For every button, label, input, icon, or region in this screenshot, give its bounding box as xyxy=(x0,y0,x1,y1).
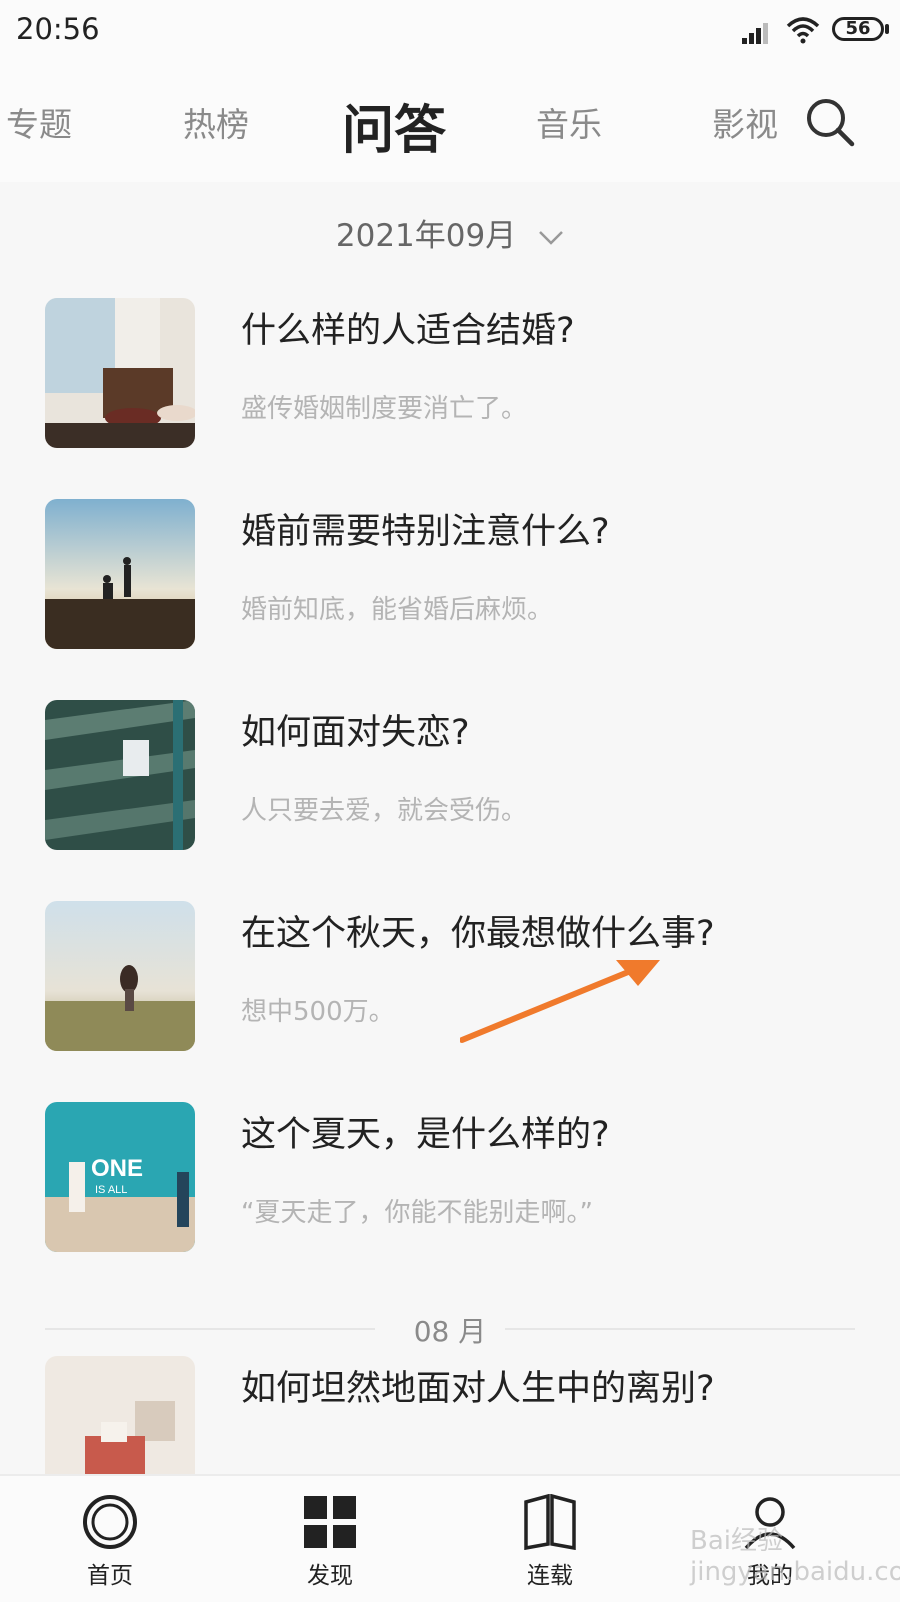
top-nav: 专题 热榜 问答 音乐 影视 xyxy=(0,62,900,182)
bottom-nav-discover[interactable]: 发现 xyxy=(270,1476,390,1602)
wifi-icon xyxy=(786,17,820,44)
item-title: 在这个秋天，你最想做什么事? xyxy=(241,914,715,954)
bottom-nav-label: 连载 xyxy=(527,1563,573,1589)
item-title: 什么样的人适合结婚? xyxy=(241,311,575,351)
thumbnail-field-girl xyxy=(45,901,195,1051)
month-picker[interactable]: 2021年09月 xyxy=(0,210,900,255)
tab-movies[interactable]: 影视 xyxy=(712,98,778,146)
thumbnail-one-summer: ONE IS ALL xyxy=(45,1102,195,1252)
battery-tip xyxy=(885,24,889,34)
list-item[interactable]: 如何面对失恋? 人只要去爱，就会受伤。 xyxy=(45,700,855,850)
status-time: 20:56 xyxy=(16,12,100,46)
item-subtitle: 盛传婚姻制度要消亡了。 xyxy=(241,394,528,424)
bottom-nav-label: 首页 xyxy=(87,1563,133,1589)
thumbnail-proposal-sunset xyxy=(45,499,195,649)
status-bar: 20:56 56 xyxy=(0,0,900,62)
item-title: 如何面对失恋? xyxy=(241,713,470,753)
list-item[interactable]: 什么样的人适合结婚? 盛传婚姻制度要消亡了。 xyxy=(45,298,855,448)
tab-music[interactable]: 音乐 xyxy=(536,98,602,146)
item-subtitle: 人只要去爱，就会受伤。 xyxy=(241,796,528,826)
grid-icon xyxy=(304,1496,356,1548)
tab-topics[interactable]: 专题 xyxy=(6,98,72,146)
thumbnail-one-text: ONE xyxy=(91,1155,143,1182)
item-title: 这个夏天，是什么样的? xyxy=(241,1115,610,1155)
watermark: Bai经验 jingyan.baidu.com xyxy=(690,1526,900,1587)
book-icon xyxy=(524,1494,576,1550)
month-label: 2021年09月 xyxy=(335,218,517,254)
signal-icon xyxy=(742,23,768,44)
thumbnail-one-subtext: IS ALL xyxy=(95,1184,127,1196)
search-icon[interactable] xyxy=(804,96,856,148)
battery-icon: 56 xyxy=(832,17,884,41)
tab-hot[interactable]: 热榜 xyxy=(183,98,249,146)
list-item[interactable]: 在这个秋天，你最想做什么事? 想中500万。 xyxy=(45,901,855,1051)
home-icon xyxy=(83,1495,137,1549)
section-month-label: 08 月 xyxy=(413,1315,487,1348)
bottom-nav-label: 发现 xyxy=(307,1563,353,1589)
item-subtitle: 婚前知底，能省婚后麻烦。 xyxy=(241,595,554,625)
chevron-down-icon xyxy=(539,230,563,245)
thumbnail-stairs xyxy=(45,700,195,850)
list-item[interactable]: ONE IS ALL 这个夏天，是什么样的? “夏天走了，你能不能别走啊。” xyxy=(45,1102,855,1252)
item-title: 如何坦然地面对人生中的离别? xyxy=(241,1369,715,1409)
item-subtitle: “夏天走了，你能不能别走啊。” xyxy=(241,1198,593,1228)
thumbnail-wedding-shoes xyxy=(45,298,195,448)
tab-qa[interactable]: 问答 xyxy=(342,88,446,163)
bottom-nav-home[interactable]: 首页 xyxy=(50,1476,170,1602)
item-title: 婚前需要特别注意什么? xyxy=(241,512,610,552)
item-subtitle: 想中500万。 xyxy=(241,997,395,1027)
bottom-nav-serial[interactable]: 连载 xyxy=(490,1476,610,1602)
list-item[interactable]: 婚前需要特别注意什么? 婚前知底，能省婚后麻烦。 xyxy=(45,499,855,649)
